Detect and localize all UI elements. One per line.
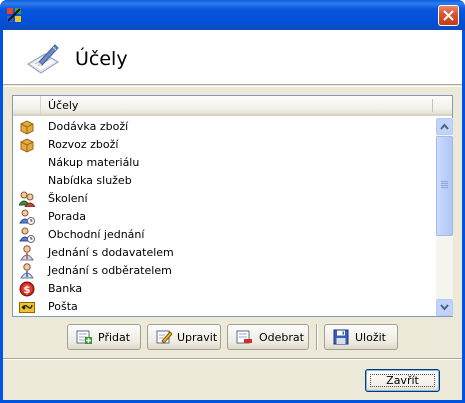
- box-icon: [20, 120, 34, 135]
- remove-button-label: Odebrat: [259, 331, 304, 344]
- floppy-disk-icon: [333, 329, 349, 345]
- meeting-icon: [19, 227, 35, 243]
- post-horn-icon: [19, 302, 35, 313]
- pencil-paper-icon: [27, 44, 59, 74]
- list-scrollbar[interactable]: [436, 118, 453, 316]
- person-icon: [20, 263, 34, 279]
- edit-button[interactable]: Upravit: [147, 324, 221, 350]
- list-item-label: Dodávka zboží: [48, 120, 129, 133]
- save-button-label: Uložit: [355, 331, 386, 344]
- list-item-label: Nákup materiálu: [48, 156, 140, 169]
- list-item[interactable]: Pošta: [13, 298, 435, 316]
- list-item-label: Jednání s dodavatelem: [48, 246, 174, 259]
- list-item-label: Pošta: [48, 300, 78, 313]
- content-panel: Účely Dodávka zboží Rozvoz zboží Nákup m…: [3, 87, 462, 356]
- chevron-down-icon: [440, 304, 449, 311]
- column-header-purposes[interactable]: Účely: [48, 99, 78, 112]
- scroll-up-button[interactable]: [436, 118, 453, 135]
- list-item[interactable]: Nabídka služeb: [13, 172, 435, 190]
- list-item[interactable]: Jednání s odběratelem: [13, 262, 435, 280]
- edit-button-label: Upravit: [177, 331, 218, 344]
- list-item-label: Jednání s odběratelem: [48, 264, 172, 277]
- toolbar-separator: [316, 324, 318, 350]
- close-button-label: Zavřít: [386, 374, 419, 387]
- add-button[interactable]: Přidat: [67, 324, 141, 350]
- add-icon: [76, 330, 92, 344]
- list-item[interactable]: Jednání s dodavatelem: [13, 244, 435, 262]
- grip-icon: [441, 181, 448, 189]
- bank-dollar-icon: $: [19, 281, 35, 297]
- edit-icon: [156, 330, 172, 344]
- purposes-list[interactable]: Účely Dodávka zboží Rozvoz zboží Nákup m…: [12, 95, 453, 317]
- list-item-label: Rozvoz zboží: [48, 138, 119, 151]
- person-icon: [20, 245, 34, 261]
- list-item[interactable]: Školení: [13, 190, 435, 208]
- list-item-label: Školení: [48, 192, 88, 205]
- remove-button[interactable]: Odebrat: [227, 324, 309, 350]
- list-item-label: Obchodní jednání: [48, 228, 145, 241]
- people-icon: [19, 191, 35, 207]
- meeting-icon: [19, 209, 35, 225]
- client-area: Účely Účely Dodávka zboží Rozvoz zboží N…: [3, 30, 462, 400]
- close-button[interactable]: Zavřít: [365, 369, 440, 392]
- action-toolbar: Přidat Upravit Odebrat Uložit: [3, 324, 462, 354]
- remove-icon: [236, 330, 252, 344]
- dialog-header: Účely: [3, 30, 462, 85]
- list-item[interactable]: Obchodní jednání: [13, 226, 435, 244]
- save-button[interactable]: Uložit: [324, 324, 398, 350]
- footer-divider: [3, 358, 462, 360]
- list-item[interactable]: Rozvoz zboží: [13, 136, 435, 154]
- close-icon: [443, 10, 454, 21]
- list-item[interactable]: $ Banka: [13, 280, 435, 298]
- list-item-label: Porada: [48, 210, 86, 223]
- header-corner: [13, 96, 41, 114]
- page-title: Účely: [75, 48, 128, 70]
- dialog-window: Účely Účely Dodávka zboží Rozvoz zboží N…: [0, 0, 465, 403]
- add-button-label: Přidat: [98, 331, 131, 344]
- chevron-up-icon: [440, 123, 449, 130]
- svg-text:$: $: [24, 285, 31, 296]
- list-item[interactable]: Porada: [13, 208, 435, 226]
- list-rows: Dodávka zboží Rozvoz zboží Nákup materiá…: [13, 118, 435, 316]
- window-close-button[interactable]: [438, 5, 459, 26]
- box-icon: [20, 138, 34, 153]
- list-item[interactable]: Dodávka zboží: [13, 118, 435, 136]
- list-item[interactable]: Nákup materiálu: [13, 154, 435, 172]
- app-icon: [7, 8, 21, 22]
- scroll-down-button[interactable]: [436, 299, 453, 316]
- column-separator[interactable]: [432, 99, 433, 112]
- list-item-label: Banka: [48, 282, 83, 295]
- scroll-thumb[interactable]: [436, 136, 453, 236]
- list-item-label: Nabídka služeb: [48, 174, 132, 187]
- title-bar[interactable]: [0, 0, 465, 30]
- list-header: Účely: [13, 96, 452, 116]
